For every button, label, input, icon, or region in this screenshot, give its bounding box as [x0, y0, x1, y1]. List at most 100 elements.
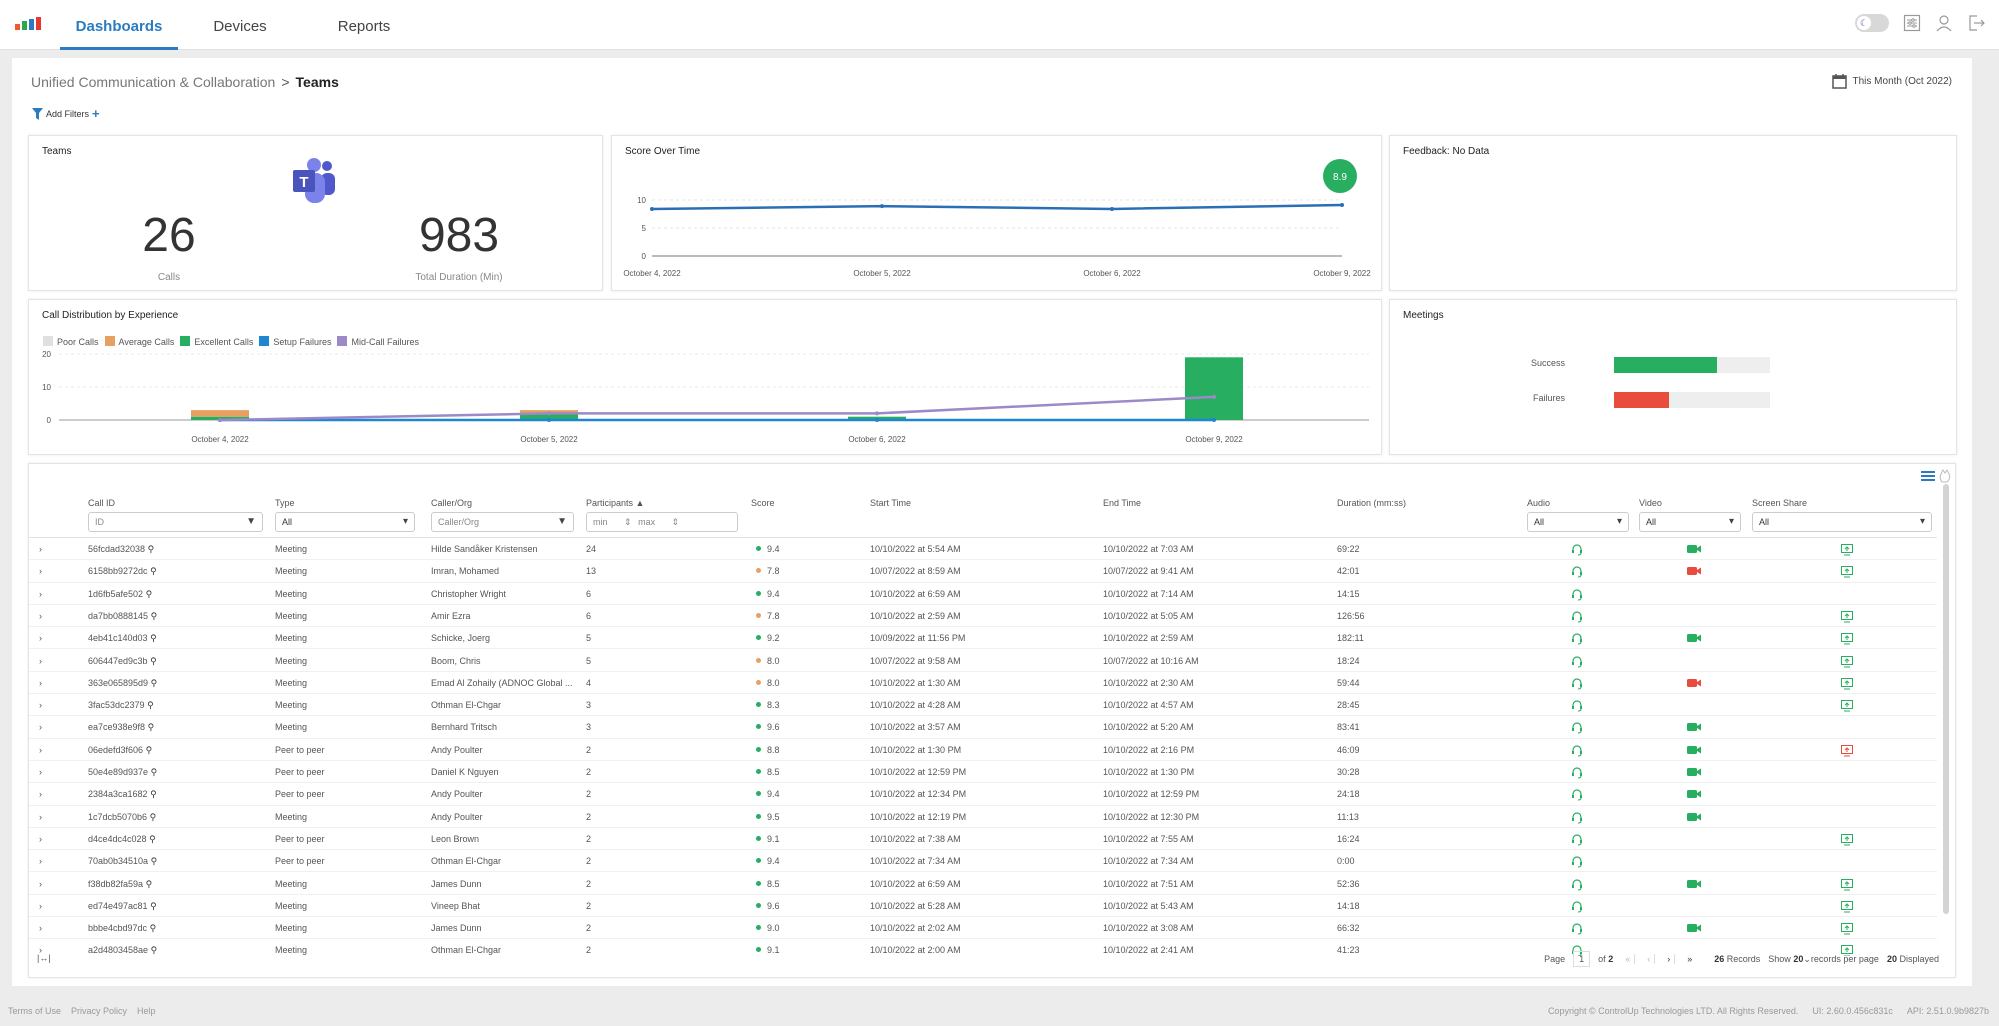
- nav-tab-reports[interactable]: Reports: [332, 0, 396, 50]
- video-filter-select[interactable]: All ▾: [1639, 512, 1741, 532]
- expand-row-chevron-icon[interactable]: ›: [39, 812, 42, 822]
- audio-status-cell[interactable]: [1571, 655, 1583, 670]
- expand-row-chevron-icon[interactable]: ›: [39, 566, 42, 576]
- call-id-cell[interactable]: 50e4e89d937e ⚲: [88, 767, 157, 778]
- audio-status-cell[interactable]: [1571, 745, 1583, 759]
- participants-range-filter[interactable]: min ⇕ max ⇕: [586, 512, 738, 532]
- settings-sliders-icon[interactable]: [1903, 14, 1921, 32]
- screen-share-status-cell[interactable]: [1841, 633, 1853, 647]
- video-status-cell[interactable]: [1687, 789, 1701, 801]
- expand-row-chevron-icon[interactable]: ›: [39, 856, 42, 866]
- type-filter-select[interactable]: All ▾: [275, 512, 415, 532]
- table-row[interactable]: › 6158bb9272dc ⚲ Meeting Imran, Mohamed 13 7.…: [29, 560, 1937, 583]
- table-row[interactable]: › 1d6fb5afe502 ⚲ Meeting Christopher Wright…: [29, 583, 1937, 605]
- audio-status-cell[interactable]: [1571, 812, 1583, 826]
- audio-status-cell[interactable]: [1571, 566, 1583, 580]
- col-header-duration[interactable]: Duration (mm:ss): [1337, 498, 1406, 508]
- location-pin-icon[interactable]: ⚲: [151, 678, 158, 688]
- audio-status-cell[interactable]: [1571, 722, 1583, 736]
- screen-share-status-cell[interactable]: [1841, 610, 1853, 625]
- page-number-input[interactable]: 1: [1573, 951, 1591, 967]
- video-status-cell[interactable]: [1687, 879, 1701, 891]
- table-row[interactable]: › 56fcdad32038 ⚲ Meeting Hilde Sandåker Kri…: [29, 538, 1937, 561]
- col-header-call-id[interactable]: Call ID: [88, 498, 115, 508]
- per-page-select[interactable]: 20: [1793, 954, 1803, 964]
- expand-row-chevron-icon[interactable]: ›: [39, 901, 42, 911]
- location-pin-icon[interactable]: ⚲: [151, 611, 158, 621]
- col-header-start-time[interactable]: Start Time: [870, 498, 911, 508]
- video-status-cell[interactable]: [1687, 745, 1701, 757]
- audio-status-cell[interactable]: [1571, 633, 1583, 647]
- screen-share-status-cell[interactable]: [1841, 677, 1853, 692]
- location-pin-icon[interactable]: ⚲: [150, 656, 157, 666]
- location-pin-icon[interactable]: ⚲: [151, 945, 158, 955]
- audio-status-cell[interactable]: [1571, 878, 1583, 893]
- expand-row-chevron-icon[interactable]: ›: [39, 656, 42, 666]
- call-id-cell[interactable]: f38db82fa59a ⚲: [88, 879, 152, 890]
- fit-columns-icon[interactable]: |↔|: [37, 953, 51, 963]
- video-status-cell[interactable]: [1687, 767, 1701, 779]
- table-row[interactable]: › ed74e497ac81 ⚲ Meeting Vineep Bhat 2 9.6 10/…: [29, 895, 1937, 918]
- expand-row-chevron-icon[interactable]: ›: [39, 879, 42, 889]
- expand-row-chevron-icon[interactable]: ›: [39, 611, 42, 621]
- audio-status-cell[interactable]: [1571, 611, 1583, 625]
- call-id-cell[interactable]: d4ce4dc4c028 ⚲: [88, 834, 156, 845]
- location-pin-icon[interactable]: ⚲: [150, 566, 157, 576]
- location-pin-icon[interactable]: ⚲: [151, 856, 158, 866]
- screen-share-status-cell[interactable]: [1841, 923, 1853, 937]
- date-range-picker[interactable]: This Month (Oct 2022): [1831, 73, 1952, 89]
- table-scrollbar[interactable]: [1943, 484, 1949, 914]
- video-status-cell[interactable]: [1687, 722, 1701, 734]
- location-pin-icon[interactable]: ⚲: [146, 589, 153, 599]
- audio-status-cell[interactable]: [1571, 767, 1583, 781]
- table-row[interactable]: › 3fac53dc2379 ⚲ Meeting Othman El-Chgar 3 8.…: [29, 694, 1937, 717]
- next-page-button[interactable]: ›: [1663, 954, 1676, 964]
- screen-share-status-cell[interactable]: [1841, 655, 1853, 670]
- audio-status-cell[interactable]: [1571, 589, 1583, 603]
- call-id-cell[interactable]: a2d4803458ae ⚲: [88, 945, 157, 956]
- screen-share-status-cell[interactable]: [1841, 833, 1853, 848]
- video-status-cell[interactable]: [1687, 923, 1701, 935]
- table-row[interactable]: › da7bb0888145 ⚲ Meeting Amir Ezra 6 7.8 10/10…: [29, 605, 1937, 628]
- caller-filter-input[interactable]: Caller/Org ▼: [431, 512, 574, 532]
- expand-row-chevron-icon[interactable]: ›: [39, 789, 42, 799]
- col-header-caller[interactable]: Caller/Org: [431, 498, 472, 508]
- col-header-end-time[interactable]: End Time: [1103, 498, 1141, 508]
- audio-status-cell[interactable]: [1571, 678, 1583, 692]
- screen-share-status-cell[interactable]: [1841, 900, 1853, 915]
- call-id-cell[interactable]: 606447ed9c3b ⚲: [88, 656, 157, 667]
- screen-share-status-cell[interactable]: [1841, 878, 1853, 893]
- call-id-cell[interactable]: ed74e497ac81 ⚲: [88, 901, 157, 912]
- help-link[interactable]: Help: [137, 1006, 156, 1016]
- expand-row-chevron-icon[interactable]: ›: [39, 633, 42, 643]
- expand-row-chevron-icon[interactable]: ›: [39, 834, 42, 844]
- table-row[interactable]: › d4ce4dc4c028 ⚲ Peer to peer Leon Brown 2 9.…: [29, 828, 1937, 851]
- location-pin-icon[interactable]: ⚲: [151, 767, 158, 777]
- col-header-participants[interactable]: Participants ▲: [586, 498, 644, 508]
- audio-status-cell[interactable]: [1571, 789, 1583, 803]
- call-id-cell[interactable]: bbbe4cbd97dc ⚲: [88, 923, 156, 934]
- col-header-type[interactable]: Type: [275, 498, 295, 508]
- audio-filter-select[interactable]: All ▾: [1527, 512, 1629, 532]
- table-row[interactable]: › 06edefd3f606 ⚲ Peer to peer Andy Poulter 2…: [29, 739, 1937, 761]
- expand-row-chevron-icon[interactable]: ›: [39, 700, 42, 710]
- chevron-down-icon[interactable]: ⌄: [1803, 954, 1811, 964]
- logout-icon[interactable]: [1967, 14, 1985, 32]
- expand-row-chevron-icon[interactable]: ›: [39, 767, 42, 777]
- screen-share-status-cell[interactable]: [1841, 744, 1853, 759]
- breadcrumb-parent[interactable]: Unified Communication & Collaboration: [31, 74, 275, 90]
- location-pin-icon[interactable]: ⚲: [150, 901, 157, 911]
- expand-row-chevron-icon[interactable]: ›: [39, 678, 42, 688]
- table-row[interactable]: › 2384a3ca1682 ⚲ Peer to peer Andy Poulter 2…: [29, 783, 1937, 806]
- location-pin-icon[interactable]: ⚲: [146, 745, 153, 755]
- call-id-cell[interactable]: 4eb41c140d03 ⚲: [88, 633, 157, 644]
- expand-row-chevron-icon[interactable]: ›: [39, 544, 42, 554]
- table-row[interactable]: › 363e065895d9 ⚲ Meeting Emad Al Zohaily (A…: [29, 672, 1937, 695]
- location-pin-icon[interactable]: ⚲: [148, 722, 155, 732]
- location-pin-icon[interactable]: ⚲: [146, 879, 153, 889]
- participants-max-input[interactable]: max: [638, 517, 655, 527]
- last-page-button[interactable]: »: [1683, 954, 1696, 964]
- table-row[interactable]: › 70ab0b34510a ⚲ Peer to peer Othman El-Chg…: [29, 850, 1937, 873]
- table-row[interactable]: › 1c7dcb5070b6 ⚲ Meeting Andy Poulter 2 9.5 10…: [29, 806, 1937, 828]
- col-header-video[interactable]: Video: [1639, 498, 1662, 508]
